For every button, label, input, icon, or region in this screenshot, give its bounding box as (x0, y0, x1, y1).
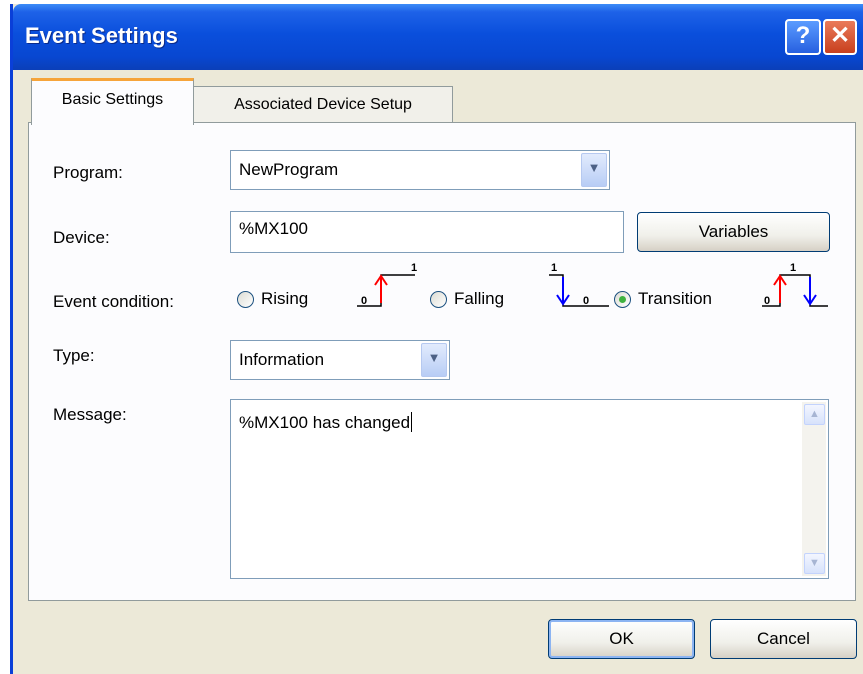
chevron-down-icon[interactable]: ▼ (581, 153, 607, 187)
signal-high-label: 1 (411, 262, 417, 274)
signal-high-label: 1 (551, 262, 557, 274)
text-cursor (411, 412, 413, 432)
falling-edge-icon: 1 0 (549, 262, 609, 307)
radio-selected-dot (619, 296, 626, 303)
transition-edge-icon: 0 1 (762, 262, 828, 307)
help-button[interactable]: ? (785, 19, 821, 55)
rising-label[interactable]: Rising (261, 289, 308, 309)
signal-low-label: 0 (361, 295, 367, 307)
event-settings-dialog: Event Settings ? ✕ Basic Settings Associ… (10, 4, 863, 674)
window-title: Event Settings (25, 23, 178, 48)
program-dropdown[interactable]: NewProgram ▼ (230, 150, 610, 190)
rising-edge-icon: 0 1 (357, 262, 417, 307)
device-input[interactable]: %MX100 (230, 211, 624, 253)
tab-label: Basic Settings (61, 91, 164, 108)
ok-button[interactable]: OK (548, 619, 695, 659)
cancel-button[interactable]: Cancel (710, 619, 857, 659)
type-value: Information (239, 350, 325, 369)
signal-low-label: 0 (583, 295, 589, 307)
chevron-down-icon[interactable]: ▼ (421, 343, 447, 377)
signal-high-label: 1 (790, 262, 796, 274)
program-value: NewProgram (239, 160, 339, 179)
transition-radio[interactable] (614, 291, 631, 308)
tab-associated-device-setup[interactable]: Associated Device Setup (193, 86, 453, 124)
tab-label: Associated Device Setup (234, 96, 412, 113)
transition-label[interactable]: Transition (638, 289, 712, 309)
message-text: %MX100 has changed (239, 413, 411, 432)
signal-low-label: 0 (764, 295, 770, 307)
message-label: Message: (53, 405, 127, 424)
variables-button[interactable]: Variables (637, 212, 830, 252)
rising-radio[interactable] (237, 291, 254, 308)
device-value: %MX100 (239, 219, 308, 238)
scroll-down-icon[interactable]: ▼ (804, 553, 825, 574)
type-dropdown[interactable]: Information ▼ (230, 340, 450, 380)
program-label: Program: (53, 163, 123, 182)
message-textarea[interactable]: %MX100 has changed ▲ ▼ (230, 399, 829, 579)
device-label: Device: (53, 228, 110, 247)
message-value: %MX100 has changed (239, 412, 413, 433)
tab-basic-settings[interactable]: Basic Settings (31, 78, 194, 125)
message-scrollbar[interactable]: ▲ ▼ (802, 402, 826, 576)
scroll-up-icon[interactable]: ▲ (804, 404, 825, 425)
type-label: Type: (53, 346, 95, 365)
close-button[interactable]: ✕ (823, 19, 857, 55)
basic-settings-panel: Program: NewProgram ▼ Device: %MX100 Var… (28, 122, 856, 601)
title-bar[interactable]: Event Settings ? ✕ (13, 4, 863, 70)
falling-label[interactable]: Falling (454, 289, 504, 309)
falling-radio[interactable] (430, 291, 447, 308)
event-condition-label: Event condition: (53, 292, 174, 311)
